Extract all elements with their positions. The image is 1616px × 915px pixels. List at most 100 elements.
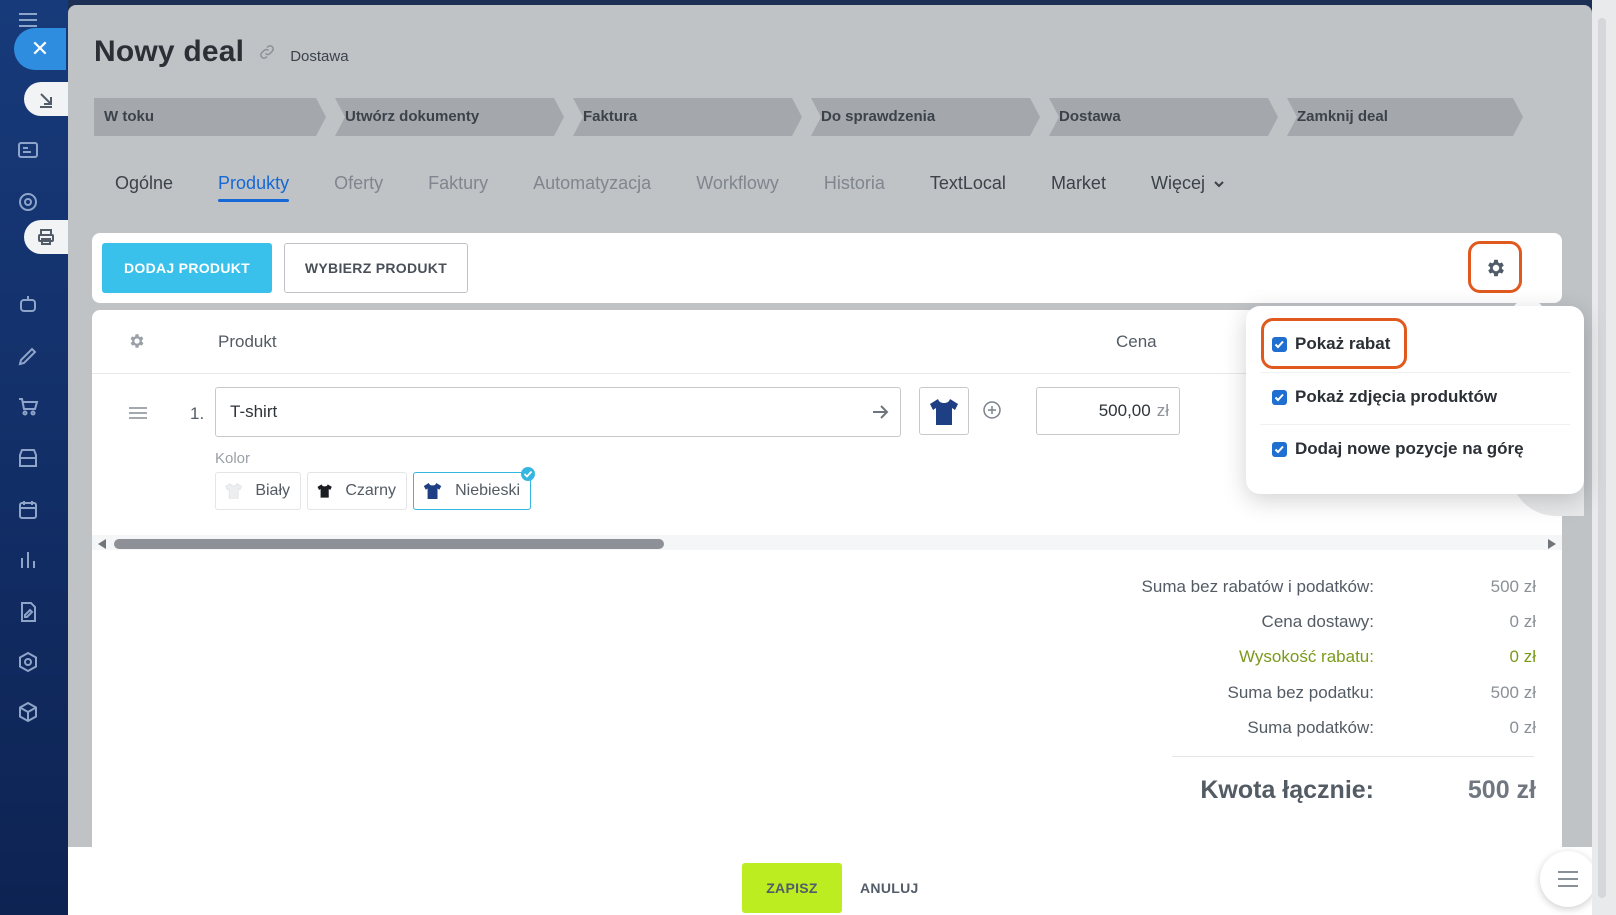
variant-label: Czarny: [345, 482, 396, 499]
scrollbar-thumb[interactable]: [114, 539, 664, 549]
total-row: Suma bez rabatów i podatków: 500 zł: [974, 577, 1536, 601]
tab-general[interactable]: Ogólne: [115, 173, 173, 202]
stage-item[interactable]: W toku: [94, 98, 326, 136]
scrollbar-thumb[interactable]: [1598, 18, 1606, 898]
checkbox-checked[interactable]: [1272, 441, 1287, 457]
cube-icon[interactable]: [16, 700, 40, 724]
page-title: Nowy deal: [94, 35, 245, 68]
stage-item[interactable]: Do sprawdzenia: [811, 98, 1040, 136]
document-edit-icon[interactable]: [16, 600, 40, 624]
variant-blue[interactable]: Niebieski: [413, 467, 535, 510]
column-header-price: Cena: [1116, 332, 1157, 351]
product-name-input[interactable]: T-shirt: [215, 387, 901, 437]
stage-item[interactable]: Utwórz dokumenty: [335, 98, 564, 136]
variant-white[interactable]: Biały: [215, 472, 301, 510]
option-show-product-images[interactable]: Pokaż zdjęcia produktów: [1272, 383, 1497, 411]
total-label: Suma podatków:: [1247, 718, 1374, 737]
total-value: 500 zł: [1490, 577, 1536, 596]
settings-button[interactable]: [1468, 241, 1522, 293]
tshirt-white-icon: [225, 483, 242, 499]
stage-bar: W toku Utwórz dokumenty Faktura Do spraw…: [94, 98, 1532, 136]
list-menu-button[interactable]: [1540, 851, 1592, 907]
current-stage-label: Dostawa: [290, 48, 349, 65]
product-image[interactable]: [919, 387, 969, 435]
stage-item[interactable]: Faktura: [573, 98, 802, 136]
cart-icon[interactable]: [16, 394, 40, 418]
robot-icon[interactable]: [16, 292, 40, 316]
grand-total-label: Kwota łącznie:: [1200, 776, 1374, 804]
tab-automation[interactable]: Automatyzacja: [533, 173, 651, 202]
tab-history[interactable]: Historia: [824, 173, 885, 202]
row-number: 1.: [190, 404, 205, 423]
target-icon[interactable]: [16, 190, 40, 214]
total-row-discount: Wysokość rabatu: 0 zł: [974, 647, 1536, 671]
total-label: Wysokość rabatu:: [1239, 647, 1374, 666]
tshirt-black-icon: [317, 484, 332, 498]
pencil-icon[interactable]: [16, 344, 40, 368]
totals-panel: Suma bez rabatów i podatków: 500 zł Cena…: [92, 550, 1562, 850]
chart-icon[interactable]: [16, 548, 40, 572]
selected-check-icon: [521, 467, 535, 481]
tab-textlocal[interactable]: TextLocal: [930, 173, 1006, 202]
hexagon-icon[interactable]: [16, 650, 40, 674]
title-row: Nowy deal Dostawa: [94, 35, 349, 69]
tshirt-blue-icon: [930, 399, 958, 425]
checkbox-checked[interactable]: [1272, 389, 1287, 405]
total-row: Suma podatków: 0 zł: [974, 718, 1536, 742]
minimize-button[interactable]: [24, 82, 70, 116]
option-label: Pokaż zdjęcia produktów: [1295, 387, 1498, 406]
variant-label: Biały: [255, 482, 290, 499]
tab-more[interactable]: Więcej: [1151, 173, 1225, 202]
footer-bar: ZAPISZ ANULUJ: [68, 847, 1592, 915]
total-label: Suma bez rabatów i podatków:: [1141, 577, 1374, 596]
total-value: 500 zł: [1490, 683, 1536, 702]
scroll-left-icon[interactable]: [98, 539, 106, 549]
drag-handle-icon[interactable]: [128, 406, 148, 420]
variant-black[interactable]: Czarny: [307, 472, 407, 510]
column-header-product: Produkt: [218, 332, 277, 351]
total-label: Cena dostawy:: [1261, 612, 1374, 631]
chevron-down-icon: [1214, 181, 1224, 188]
contact-card-icon[interactable]: [16, 138, 40, 162]
arrow-right-icon[interactable]: [870, 402, 890, 422]
print-button[interactable]: [24, 220, 70, 254]
divider: [1260, 424, 1570, 425]
page-scrollbar[interactable]: [1592, 0, 1616, 915]
tab-market[interactable]: Market: [1051, 173, 1106, 202]
tab-products[interactable]: Produkty: [218, 173, 290, 202]
total-row: Suma bez podatku: 500 zł: [974, 683, 1536, 707]
tab-invoices[interactable]: Faktury: [428, 173, 488, 202]
checkbox-checked[interactable]: [1272, 336, 1287, 352]
close-slider-button[interactable]: ✕: [14, 28, 66, 70]
stage-item[interactable]: Zamknij deal: [1287, 98, 1523, 136]
tshirt-blue-icon: [423, 482, 442, 500]
color-label: Kolor: [215, 450, 251, 467]
total-value: 0 zł: [1509, 612, 1536, 631]
product-name-value: T-shirt: [230, 402, 278, 421]
calendar-icon[interactable]: [16, 498, 40, 522]
settings-popup: Pokaż rabat Pokaż zdjęcia produktów Doda…: [1246, 306, 1584, 494]
tab-workflows[interactable]: Workflowy: [696, 173, 779, 202]
add-variant-icon[interactable]: [982, 400, 1002, 420]
link-icon[interactable]: [258, 43, 276, 61]
stage-item[interactable]: Dostawa: [1049, 98, 1278, 136]
scroll-right-icon[interactable]: [1548, 539, 1556, 549]
price-input[interactable]: 500,00 zł: [1036, 387, 1180, 435]
divider: [1172, 756, 1534, 757]
variant-label: Niebieski: [455, 482, 520, 499]
option-label: Pokaż rabat: [1295, 334, 1391, 353]
app-sidebar: ✕: [0, 0, 70, 915]
product-toolbar: DODAJ PRODUKT WYBIERZ PRODUKT: [92, 233, 1562, 303]
tab-offers[interactable]: Oferty: [334, 173, 383, 202]
choose-product-button[interactable]: WYBIERZ PRODUKT: [284, 243, 468, 293]
option-label: Dodaj nowe pozycje na górę: [1295, 439, 1524, 458]
column-settings-icon[interactable]: [128, 332, 146, 350]
price-currency: zł: [1156, 401, 1169, 420]
cancel-button[interactable]: ANULUJ: [860, 863, 919, 913]
option-add-new-on-top[interactable]: Dodaj nowe pozycje na górę: [1272, 435, 1524, 463]
store-icon[interactable]: [16, 446, 40, 470]
save-button[interactable]: ZAPISZ: [742, 863, 842, 913]
option-show-discount[interactable]: Pokaż rabat: [1272, 330, 1390, 358]
add-product-button[interactable]: DODAJ PRODUKT: [102, 243, 272, 293]
divider: [1260, 372, 1570, 373]
